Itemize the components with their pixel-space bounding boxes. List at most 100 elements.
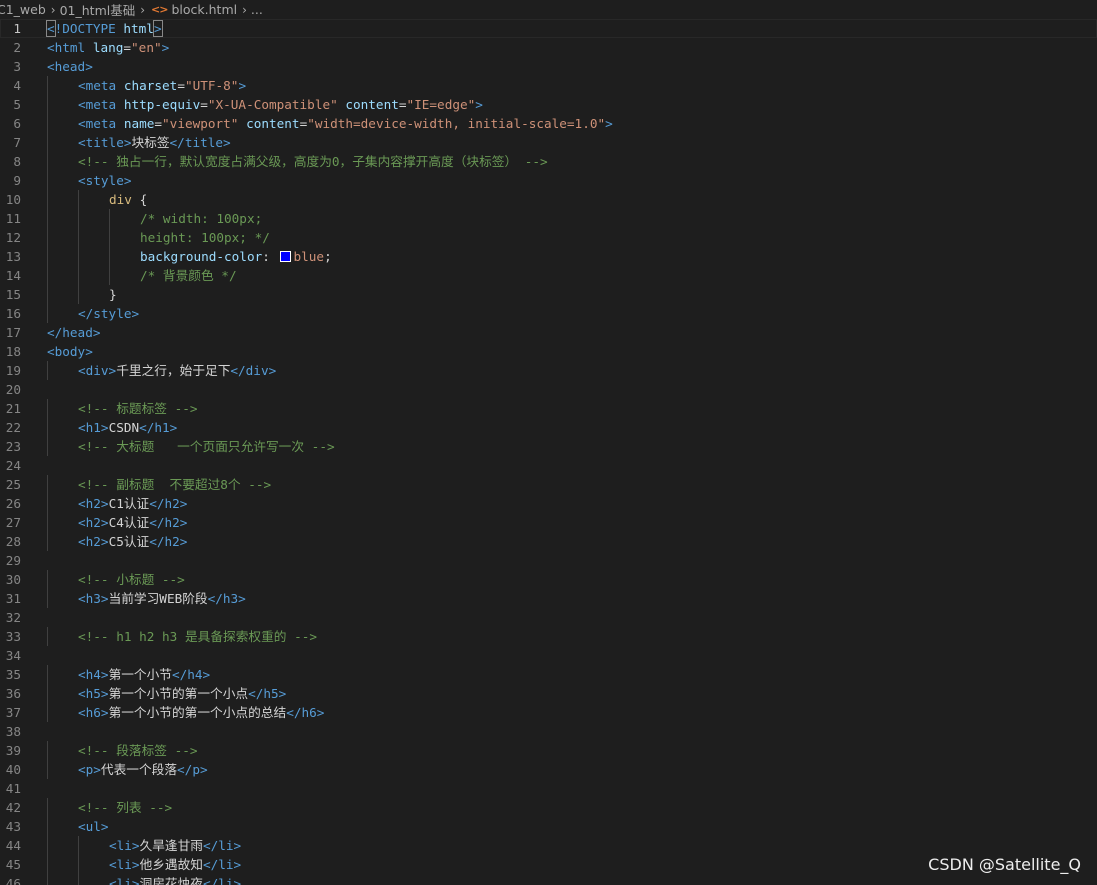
- code-line[interactable]: 46 <li>洞房花烛夜</li>: [0, 874, 1097, 885]
- code-line[interactable]: 22 <h1>CSDN</h1>: [0, 418, 1097, 437]
- code-line[interactable]: 29: [0, 551, 1097, 570]
- line-number: 12: [5, 230, 21, 245]
- code-token: </h2>: [149, 515, 188, 530]
- code-token: C5认证: [108, 534, 150, 549]
- code-token: <style>: [78, 173, 132, 188]
- code-line[interactable]: 21 <!-- 标题标签 -->: [0, 399, 1097, 418]
- code-token: <!-- 段落标签 -->: [78, 743, 198, 758]
- code-line[interactable]: 28 <h2>C5认证</h2>: [0, 532, 1097, 551]
- code-line[interactable]: 27 <h2>C4认证</h2>: [0, 513, 1097, 532]
- line-number: 15: [5, 287, 21, 302]
- code-line[interactable]: 37 <h6>第一个小节的第一个小点的总结</h6>: [0, 703, 1097, 722]
- code-token: </li>: [203, 876, 242, 885]
- indent-guide: [47, 703, 48, 722]
- code-line[interactable]: 18 <body>: [0, 342, 1097, 361]
- color-swatch[interactable]: [279, 251, 291, 262]
- line-number: 9: [13, 173, 21, 188]
- code-line[interactable]: 40 <p>代表一个段落</p>: [0, 760, 1097, 779]
- code-line[interactable]: 4 <meta charset="UTF-8">: [0, 76, 1097, 95]
- code-token: <div>: [78, 363, 117, 378]
- code-line[interactable]: 24: [0, 456, 1097, 475]
- breadcrumb-item-file[interactable]: <> block.html: [149, 2, 237, 17]
- breadcrumb-label: block.html: [171, 2, 238, 17]
- code-line[interactable]: 7 <title>块标签</title>: [0, 133, 1097, 152]
- line-number: 39: [5, 743, 21, 758]
- code-line[interactable]: 32: [0, 608, 1097, 627]
- code-line[interactable]: 12 height: 100px; */: [0, 228, 1097, 247]
- code-line[interactable]: 39 <!-- 段落标签 -->: [0, 741, 1097, 760]
- breadcrumb-item-symbols[interactable]: ...: [251, 2, 263, 17]
- breadcrumb-item-folder-sub[interactable]: 01_html基础: [60, 0, 136, 19]
- line-number: 36: [5, 686, 21, 701]
- code-line[interactable]: 41: [0, 779, 1097, 798]
- code-line[interactable]: 25 <!-- 副标题 不要超过8个 -->: [0, 475, 1097, 494]
- breadcrumb-item-folder-root[interactable]: C1_web: [0, 2, 46, 17]
- code-line[interactable]: 17 </head>: [0, 323, 1097, 342]
- code-token: </title>: [169, 135, 231, 150]
- line-number: 8: [13, 154, 21, 169]
- line-number: 45: [5, 857, 21, 872]
- code-text: <html lang="en">: [47, 38, 169, 57]
- indent-guide: [47, 304, 48, 323]
- code-line[interactable]: 42 <!-- 列表 -->: [0, 798, 1097, 817]
- code-text: <p>代表一个段落</p>: [78, 760, 208, 779]
- code-line[interactable]: 43 <ul>: [0, 817, 1097, 836]
- code-token: blue: [293, 249, 325, 264]
- code-line[interactable]: 5 <meta http-equiv="X-UA-Compatible" cont…: [0, 95, 1097, 114]
- indent-guide: [78, 836, 79, 855]
- code-line[interactable]: 34: [0, 646, 1097, 665]
- code-line[interactable]: 38: [0, 722, 1097, 741]
- code-line[interactable]: 44 <li>久旱逢甘雨</li>: [0, 836, 1097, 855]
- code-line[interactable]: 33 <!-- h1 h2 h3 是具备探索权重的 -->: [0, 627, 1097, 646]
- indent-guide: [47, 171, 48, 190]
- code-token: =: [154, 116, 163, 131]
- code-line[interactable]: 15}: [0, 285, 1097, 304]
- code-line[interactable]: 8 <!-- 独占一行，默认宽度占满父级，高度为0，子集内容撑开高度（块标签） -…: [0, 152, 1097, 171]
- code-line[interactable]: 6 <meta name="viewport" content="width=de…: [0, 114, 1097, 133]
- code-text: <meta charset="UTF-8">: [78, 76, 246, 95]
- code-line[interactable]: 35 <h4>第一个小节</h4>: [0, 665, 1097, 684]
- code-token: </p>: [177, 762, 208, 777]
- code-token: 当前学习WEB阶段: [108, 591, 208, 606]
- code-line[interactable]: 13 background-color: blue;: [0, 247, 1097, 266]
- indent-guide: [47, 684, 48, 703]
- code-line[interactable]: 26 <h2>C1认证</h2>: [0, 494, 1097, 513]
- code-token: "en": [131, 40, 162, 55]
- code-line[interactable]: 2 <html lang="en">: [0, 38, 1097, 57]
- code-line[interactable]: 20: [0, 380, 1097, 399]
- code-token: html: [123, 21, 154, 36]
- code-line[interactable]: 36 <h5>第一个小节的第一个小点</h5>: [0, 684, 1097, 703]
- code-line[interactable]: 9 <style>: [0, 171, 1097, 190]
- code-line[interactable]: 1 <!DOCTYPE html>: [0, 19, 1097, 38]
- code-line[interactable]: 19 <div>千里之行，始于足下</div>: [0, 361, 1097, 380]
- indent-guide: [47, 133, 48, 152]
- code-token: >: [605, 116, 613, 131]
- line-number: 41: [5, 781, 21, 796]
- code-token: <!-- 列表 -->: [78, 800, 173, 815]
- code-token: =: [200, 97, 208, 112]
- code-token: "IE=edge": [406, 97, 476, 112]
- code-line[interactable]: 16 </style>: [0, 304, 1097, 323]
- code-token: 块标签: [131, 135, 170, 150]
- code-line[interactable]: 11 /* width: 100px;: [0, 209, 1097, 228]
- code-token: <!-- 大标题 一个页面只允许写一次 -->: [78, 439, 335, 454]
- code-line[interactable]: 14 /* 背景颜色 */: [0, 266, 1097, 285]
- code-line[interactable]: 30 <!-- 小标题 -->: [0, 570, 1097, 589]
- code-text: <li>久旱逢甘雨</li>: [109, 836, 241, 855]
- code-token: =: [398, 97, 407, 112]
- code-token: </h5>: [248, 686, 287, 701]
- code-line[interactable]: 23 <!-- 大标题 一个页面只允许写一次 -->: [0, 437, 1097, 456]
- code-token: </head>: [47, 325, 101, 340]
- code-editor[interactable]: 1 <!DOCTYPE html> 2 <html lang="en"> 3 <head>…: [0, 19, 1097, 885]
- code-text: <li>洞房花烛夜</li>: [109, 874, 241, 885]
- code-token: <h2>: [78, 534, 109, 549]
- code-token: lang: [92, 40, 124, 55]
- breadcrumb-label: ...: [250, 2, 263, 17]
- code-token: <h2>: [78, 496, 109, 511]
- code-token: 洞房花烛夜: [139, 876, 203, 885]
- line-number: 1: [13, 21, 21, 36]
- code-line[interactable]: 3 <head>: [0, 57, 1097, 76]
- code-line[interactable]: 31 <h3>当前学习WEB阶段</h3>: [0, 589, 1097, 608]
- code-line[interactable]: 10 div {: [0, 190, 1097, 209]
- indent-guide: [78, 209, 79, 228]
